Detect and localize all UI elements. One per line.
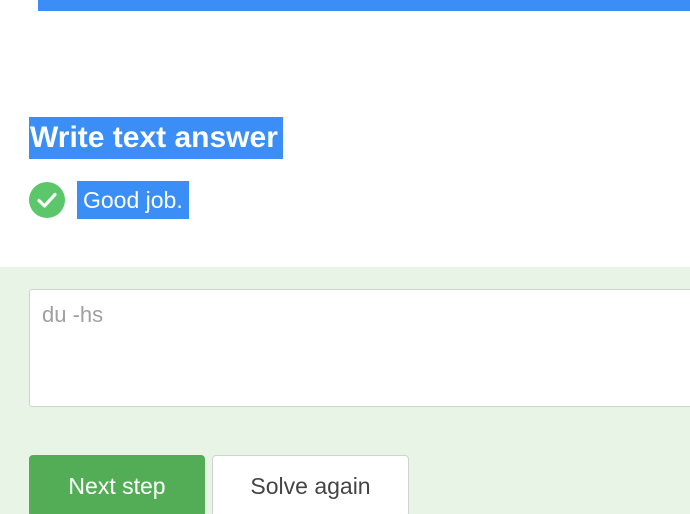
- selected-text-strip: [38, 0, 690, 11]
- feedback-row: Good job.: [29, 181, 189, 219]
- step-heading: Write text answer: [29, 117, 283, 159]
- answer-area: Next step Solve again: [0, 267, 690, 514]
- page: Write text answer Good job. Next step So…: [0, 0, 690, 514]
- solve-again-button[interactable]: Solve again: [212, 455, 409, 514]
- answer-input[interactable]: [29, 289, 690, 407]
- feedback-text: Good job.: [77, 181, 189, 219]
- check-circle-icon: [29, 182, 65, 218]
- next-step-button[interactable]: Next step: [29, 455, 205, 514]
